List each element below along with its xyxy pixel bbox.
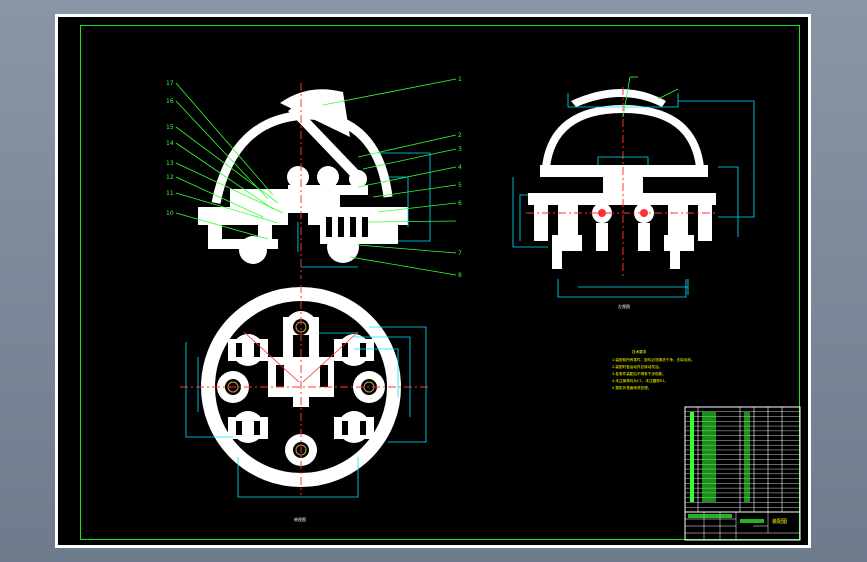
side-view: 左视图 — [512, 76, 755, 309]
callout-13: 13 — [166, 160, 174, 167]
top-view: 俯视图 — [180, 285, 428, 522]
tech-requirement-4: 4.未注倒角均为C1，未注圆角R1。 — [612, 378, 668, 383]
callout-7: 7 — [458, 250, 462, 257]
drawing-sheet: 1 2 3 4 5 6 7 8 17 16 15 14 13 12 11 10 — [55, 14, 811, 548]
callout-1: 1 — [458, 76, 462, 83]
side-view-title: 左视图 — [618, 303, 630, 309]
front-view: 1 2 3 4 5 6 7 8 17 16 15 14 13 12 11 10 — [166, 76, 462, 279]
callout-16: 16 — [166, 98, 174, 105]
tech-requirement-3: 3.各零件装配后不得有干涉现象。 — [612, 371, 666, 376]
callout-14: 14 — [166, 140, 174, 147]
title-block-drawing-name: 装配图 — [772, 518, 787, 525]
callout-17: 17 — [166, 80, 174, 87]
side-lid — [571, 89, 666, 107]
front-wheel-left — [239, 236, 267, 264]
tech-requirement-5: 5.整机外表面喷漆处理。 — [612, 385, 651, 390]
callout-15: 15 — [166, 124, 174, 131]
title-block: 装配图 — [684, 406, 801, 541]
callout-10: 10 — [166, 210, 174, 217]
tech-requirements: 技术要求 1.装配前所有零件、部件必须清洗干净，去除毛刺。 2.装配时各运动件应… — [612, 349, 695, 390]
callout-3: 3 — [458, 146, 462, 153]
top-view-title: 俯视图 — [294, 516, 306, 522]
callout-6: 6 — [458, 200, 462, 207]
tech-requirement-1: 1.装配前所有零件、部件必须清洗干净，去除毛刺。 — [612, 357, 695, 362]
callout-11: 11 — [166, 190, 174, 197]
callout-5: 5 — [458, 182, 462, 189]
cad-drawing: 1 2 3 4 5 6 7 8 17 16 15 14 13 12 11 10 — [166, 76, 801, 541]
tech-requirement-2: 2.装配时各运动件应转动灵活。 — [612, 364, 662, 369]
callout-4: 4 — [458, 164, 462, 171]
callout-2: 2 — [458, 132, 462, 139]
tech-requirements-title: 技术要求 — [632, 349, 647, 354]
callout-12: 12 — [166, 174, 174, 181]
callout-8: 8 — [458, 272, 462, 279]
